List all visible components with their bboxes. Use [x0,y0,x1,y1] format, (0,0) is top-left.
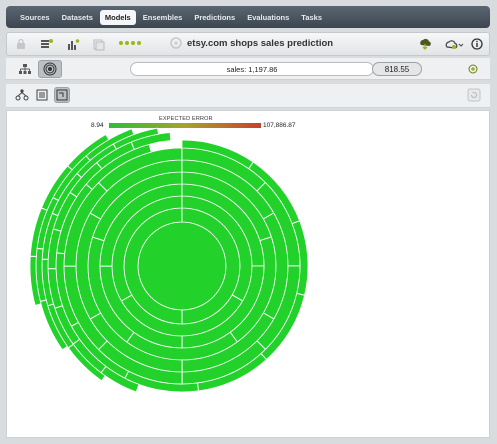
model-visualization-canvas: EXPECTED ERROR 8.94 107,886.87 [6,110,490,438]
progress-dots [119,41,141,45]
page-title: etsy.com shops sales prediction [187,37,334,49]
dataset-config-icon[interactable] [39,36,55,52]
info-icon[interactable] [469,36,485,52]
nav-sources[interactable]: Sources [15,10,55,25]
top-nav: Sources Datasets Models Ensembles Predic… [6,6,490,28]
expected-error-button[interactable] [54,87,70,103]
predict-button[interactable] [466,60,480,78]
copy-icon[interactable] [91,36,107,52]
tree-icon [19,64,31,74]
nav-evaluations[interactable]: Evaluations [242,10,294,25]
prediction-error-badge: 818.55 [372,62,422,76]
nav-ensembles[interactable]: Ensembles [138,10,188,25]
resource-toolbar: etsy.com shops sales prediction [6,32,490,56]
cloud-actions-icon[interactable] [443,36,465,52]
prediction-bar: sales: 1,197.86 818.55 [6,58,490,80]
tree-layout-button[interactable] [14,87,30,103]
model-summary-icon[interactable] [65,36,81,52]
sunburst-chart[interactable] [7,111,491,439]
error-map-icon [56,89,68,101]
lock-icon[interactable] [13,36,29,52]
refresh-button[interactable] [466,87,482,103]
nav-predictions[interactable]: Predictions [189,10,240,25]
nav-models[interactable]: Models [99,9,136,25]
download-icon[interactable] [417,36,433,52]
fields-list-button[interactable] [34,87,50,103]
model-icon [170,37,182,49]
target-icon [468,64,478,74]
sunburst-view-toggle[interactable] [38,60,62,78]
hierarchy-icon [15,89,29,101]
nav-tasks[interactable]: Tasks [296,10,327,25]
nav-datasets[interactable]: Datasets [57,10,98,25]
sunburst-root-node[interactable] [137,221,227,311]
list-icon [36,89,48,101]
refresh-icon [467,88,481,102]
sunburst-icon [43,62,57,76]
view-options-bar [6,84,490,108]
tree-view-toggle[interactable] [14,60,36,78]
prediction-output: sales: 1,197.86 [130,62,374,76]
